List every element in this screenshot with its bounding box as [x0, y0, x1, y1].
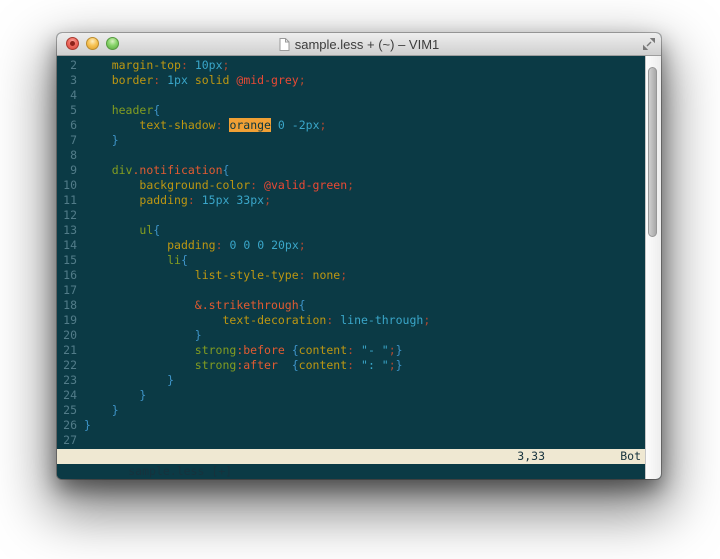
- code-line: 12: [57, 208, 645, 223]
- code-text: strong:after {content: ": ";}: [84, 358, 403, 372]
- code-line: 27: [57, 433, 645, 448]
- code-text: }: [84, 328, 202, 342]
- code-line: 6 text-shadow: orange 0 -2px;: [57, 118, 645, 133]
- code-line: 3 border: 1px solid @mid-grey;: [57, 73, 645, 88]
- code-text: div.notification{: [84, 163, 229, 177]
- status-filename: sample.less [+]: [128, 464, 232, 478]
- line-number: 24: [57, 388, 77, 403]
- code-line: 25 }: [57, 403, 645, 418]
- code-text: text-shadow: orange 0 -2px;: [84, 118, 326, 132]
- code-line: 18 &.strikethrough{: [57, 298, 645, 313]
- code-line: 15 li{: [57, 253, 645, 268]
- line-number: 19: [57, 313, 77, 328]
- vim-window: sample.less + (~) – VIM1 2 margin-top: 1…: [57, 33, 661, 479]
- code-line: 20 }: [57, 328, 645, 343]
- code-text: padding: 15px 33px;: [84, 193, 271, 207]
- cursor-position: 3,33: [517, 449, 545, 464]
- code-line: 7 }: [57, 133, 645, 148]
- code-line: 2 margin-top: 10px;: [57, 58, 645, 73]
- code-line: 19 text-decoration: line-through;: [57, 313, 645, 328]
- code-area[interactable]: 2 margin-top: 10px;3 border: 1px solid @…: [57, 56, 645, 449]
- line-number: 9: [57, 163, 77, 178]
- code-text: ul{: [84, 223, 160, 237]
- line-number: 8: [57, 148, 77, 163]
- zoom-button[interactable]: [106, 37, 119, 50]
- line-number: 2: [57, 58, 77, 73]
- scrollbar-track[interactable]: [645, 56, 661, 479]
- code-line: 22 strong:after {content: ": ";}: [57, 358, 645, 373]
- scrollbar-thumb[interactable]: [648, 67, 657, 237]
- code-line: 23 }: [57, 373, 645, 388]
- code-text: list-style-type: none;: [84, 268, 347, 282]
- code-text: li{: [84, 253, 188, 267]
- line-number: 3: [57, 73, 77, 88]
- code-text: strong:before {content: "- ";}: [84, 343, 403, 357]
- expand-arrows-icon[interactable]: [642, 37, 656, 51]
- code-text: }: [84, 403, 119, 417]
- line-number: 16: [57, 268, 77, 283]
- code-lines: 2 margin-top: 10px;3 border: 1px solid @…: [57, 58, 645, 448]
- desktop-background: sample.less + (~) – VIM1 2 margin-top: 1…: [0, 0, 720, 559]
- line-number: 7: [57, 133, 77, 148]
- line-number: 25: [57, 403, 77, 418]
- code-line: 11 padding: 15px 33px;: [57, 193, 645, 208]
- line-number: 23: [57, 373, 77, 388]
- line-number: 11: [57, 193, 77, 208]
- line-number: 27: [57, 433, 77, 448]
- code-line: 4: [57, 88, 645, 103]
- scroll-position-label: Bot: [620, 449, 641, 464]
- close-button[interactable]: [66, 37, 79, 50]
- line-number: 15: [57, 253, 77, 268]
- code-line: 24 }: [57, 388, 645, 403]
- line-number: 14: [57, 238, 77, 253]
- line-number: 22: [57, 358, 77, 373]
- document-icon: [279, 38, 290, 51]
- code-text: text-decoration: line-through;: [84, 313, 430, 327]
- code-text: background-color: @valid-green;: [84, 178, 354, 192]
- code-text: margin-top: 10px;: [84, 58, 229, 72]
- code-text: }: [84, 373, 174, 387]
- code-text: }: [84, 133, 119, 147]
- code-text: padding: 0 0 0 20px;: [84, 238, 306, 252]
- line-number: 4: [57, 88, 77, 103]
- code-text: }: [84, 388, 146, 402]
- line-number: 26: [57, 418, 77, 433]
- code-text: }: [84, 418, 91, 432]
- code-line: 14 padding: 0 0 0 20px;: [57, 238, 645, 253]
- code-line: 8: [57, 148, 645, 163]
- line-number: 21: [57, 343, 77, 358]
- line-number: 20: [57, 328, 77, 343]
- code-line: 9 div.notification{: [57, 163, 645, 178]
- code-text: border: 1px solid @mid-grey;: [84, 73, 306, 87]
- line-number: 13: [57, 223, 77, 238]
- line-number: 5: [57, 103, 77, 118]
- window-controls: [66, 37, 119, 50]
- status-bar: sample.less [+] 3,33 Bot: [57, 449, 645, 464]
- code-line: 17: [57, 283, 645, 298]
- line-number: 10: [57, 178, 77, 193]
- code-line: 5 header{: [57, 103, 645, 118]
- line-number: 17: [57, 283, 77, 298]
- line-number: 6: [57, 118, 77, 133]
- line-number: 18: [57, 298, 77, 313]
- code-line: 26}: [57, 418, 645, 433]
- window-body: 2 margin-top: 10px;3 border: 1px solid @…: [57, 56, 661, 479]
- code-line: 10 background-color: @valid-green;: [57, 178, 645, 193]
- code-line: 16 list-style-type: none;: [57, 268, 645, 283]
- title-bar[interactable]: sample.less + (~) – VIM1: [57, 33, 661, 56]
- editor-pane: 2 margin-top: 10px;3 border: 1px solid @…: [57, 56, 645, 479]
- minimize-button[interactable]: [86, 37, 99, 50]
- code-line: 21 strong:before {content: "- ";}: [57, 343, 645, 358]
- code-text: &.strikethrough{: [84, 298, 306, 312]
- line-number: 12: [57, 208, 77, 223]
- window-title: sample.less + (~) – VIM1: [279, 37, 440, 52]
- code-line: 13 ul{: [57, 223, 645, 238]
- window-title-text: sample.less + (~) – VIM1: [295, 37, 440, 52]
- code-text: header{: [84, 103, 160, 117]
